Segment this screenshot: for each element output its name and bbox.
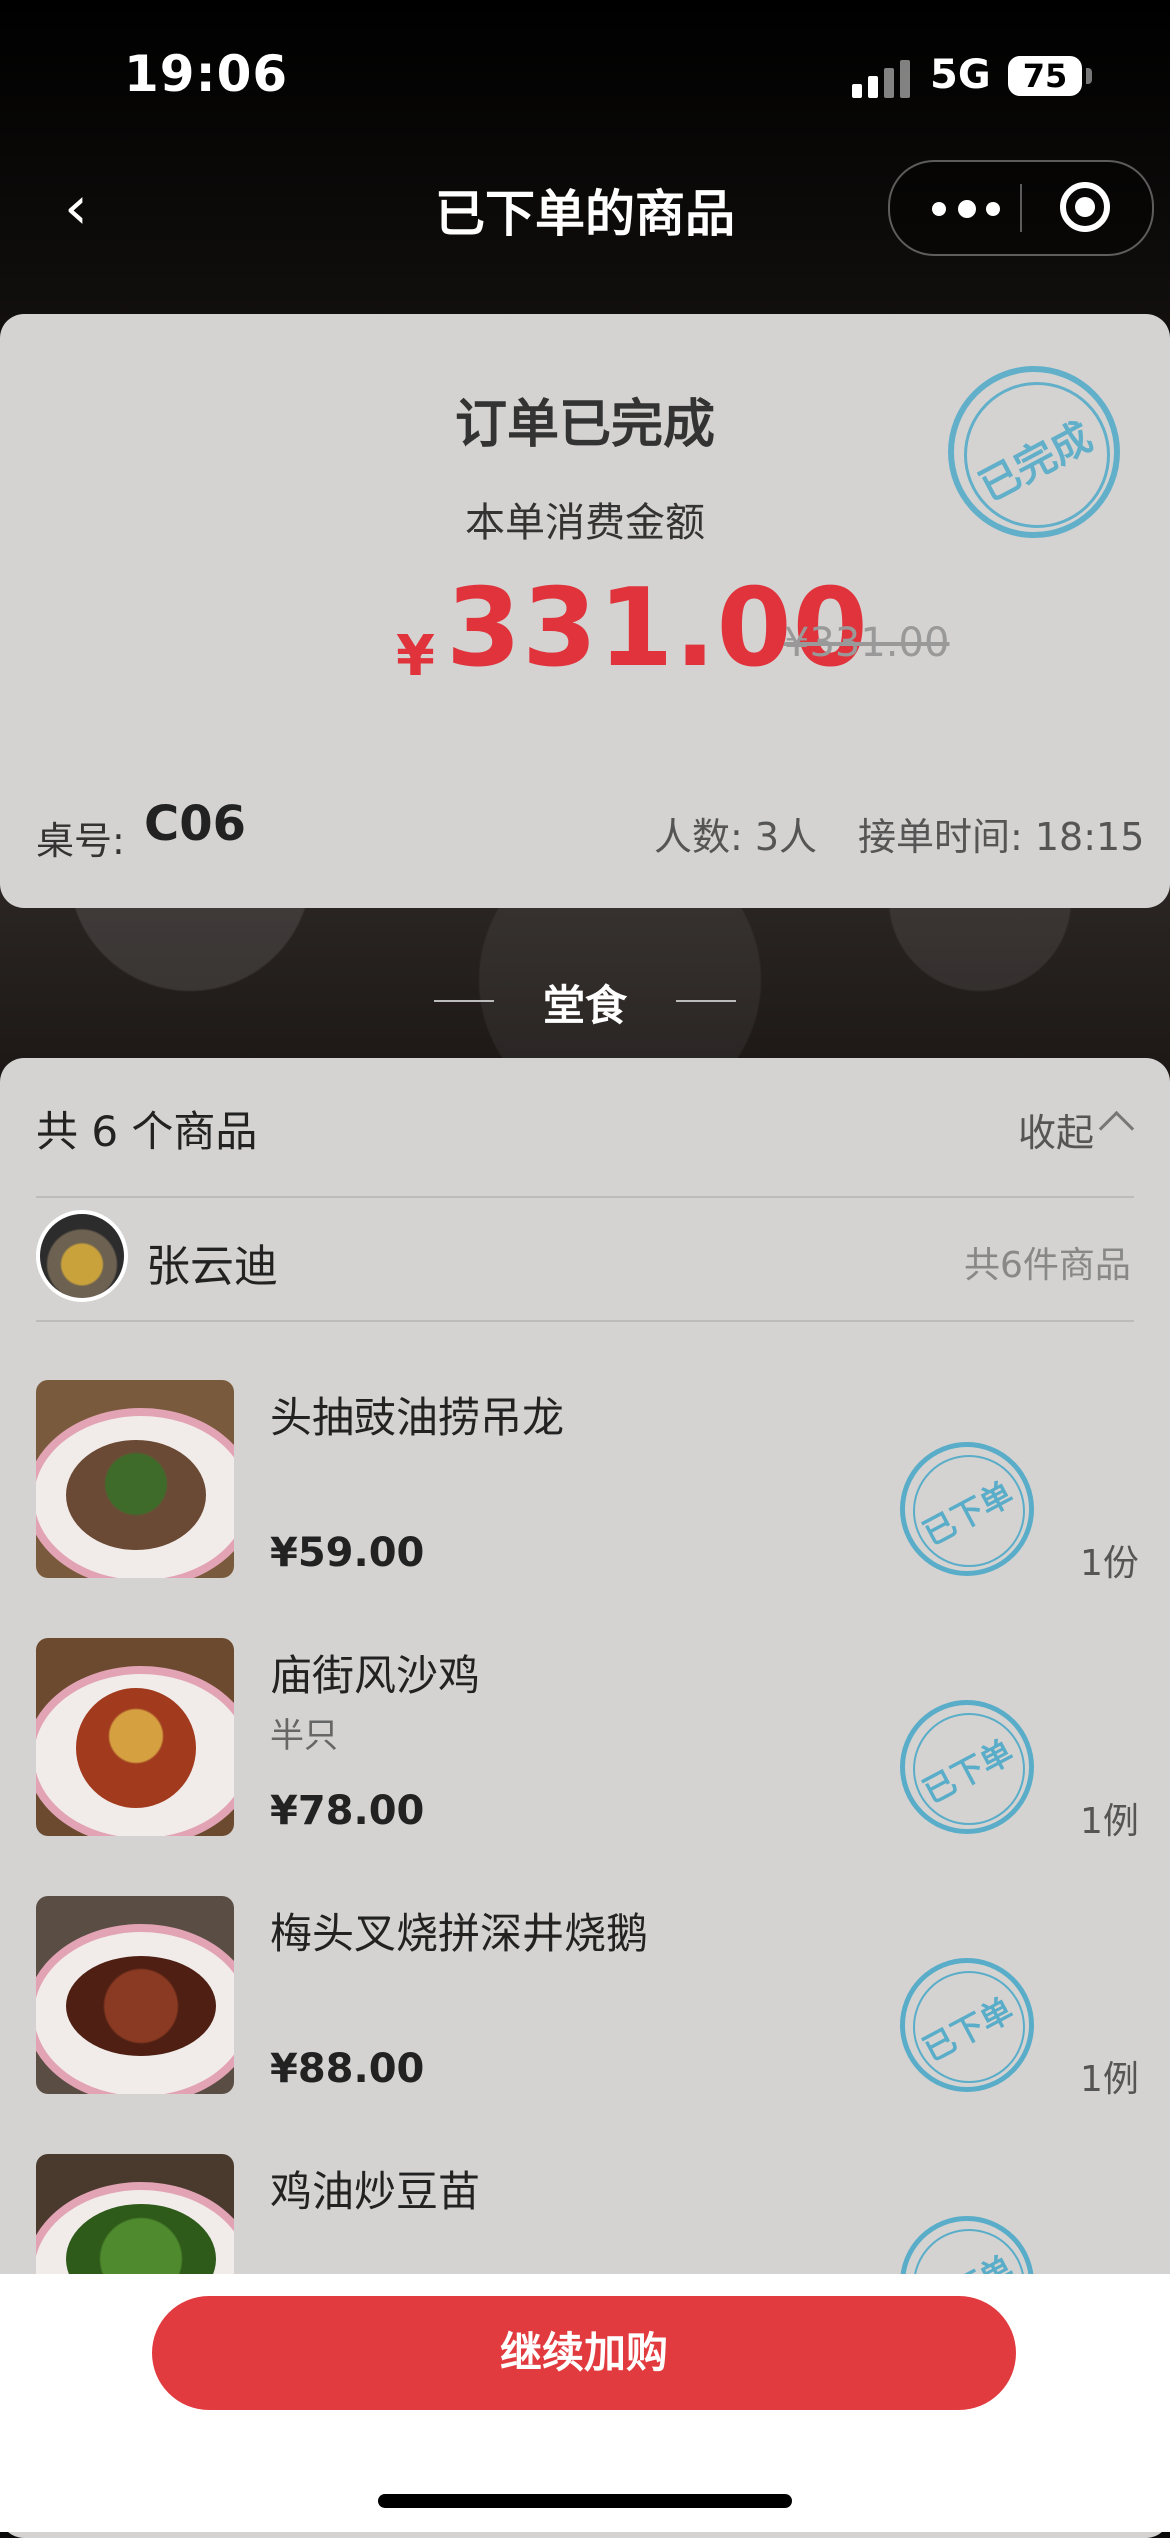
battery-tip	[1086, 68, 1092, 84]
table-number: C06	[144, 796, 247, 852]
dine-divider-right	[676, 1000, 736, 1002]
list-item[interactable]: 庙街风沙鸡 半只 ¥78.00 已下单 1例	[0, 1638, 1170, 1842]
item-name: 庙街风沙鸡	[270, 1651, 481, 1700]
close-target-icon[interactable]	[1060, 182, 1110, 232]
user-item-count: 共6件商品	[964, 1245, 1131, 1286]
amount-label: 本单消费金额	[465, 500, 705, 546]
dish-image	[36, 1896, 234, 2094]
item-name: 鸡油炒豆苗	[270, 2167, 481, 2216]
accept-time: 接单时间: 18:15	[858, 815, 1145, 859]
status-time: 19:06	[124, 45, 289, 103]
order-summary-card: 订单已完成 已完成 本单消费金额 ¥ 331.00 ¥331.00 桌号: C0…	[0, 314, 1170, 908]
dish-image	[36, 1380, 234, 1578]
chevron-up-icon[interactable]	[1098, 1110, 1135, 1147]
dish-image	[36, 1638, 234, 1836]
avatar	[36, 1210, 128, 1302]
item-quantity: 1例	[1080, 2059, 1139, 2100]
status-bar: 19:06 5G 75	[0, 0, 1170, 150]
currency-symbol: ¥	[396, 624, 435, 689]
battery-icon: 75	[1008, 56, 1082, 96]
ordered-stamp: 已下单	[900, 1700, 1034, 1834]
item-price: ¥88.00	[270, 2046, 425, 2092]
divider	[36, 1320, 1134, 1322]
people-count: 人数: 3人	[654, 815, 818, 859]
bottom-bar: 继续加购	[0, 2274, 1170, 2532]
continue-ordering-button[interactable]: 继续加购	[152, 2296, 1016, 2410]
signal-icon	[852, 60, 914, 98]
ordered-stamp: 已下单	[900, 1958, 1034, 2092]
divider	[36, 1196, 1134, 1198]
item-spec: 半只	[270, 1716, 338, 1756]
dine-type-label: 堂食	[542, 981, 627, 1030]
capsule-divider	[1020, 184, 1022, 232]
home-indicator	[378, 2494, 792, 2508]
user-name: 张云迪	[146, 1241, 278, 1292]
network-label: 5G	[930, 52, 991, 98]
more-icon[interactable]	[928, 184, 1008, 232]
mini-program-capsule	[888, 160, 1154, 256]
list-item[interactable]: 梅头叉烧拼深井烧鹅 ¥88.00 已下单 1例	[0, 1896, 1170, 2100]
items-count: 共 6 个商品	[36, 1107, 258, 1156]
item-price: ¥59.00	[270, 1530, 425, 1576]
item-quantity: 1例	[1080, 1801, 1139, 1842]
original-price: ¥331.00	[784, 620, 950, 666]
collapse-button[interactable]: 收起	[1018, 1102, 1094, 1157]
list-item[interactable]: 头抽豉油捞吊龙 ¥59.00 已下单 1份	[0, 1380, 1170, 1584]
item-name: 头抽豉油捞吊龙	[270, 1393, 565, 1442]
item-name: 梅头叉烧拼深井烧鹅	[270, 1909, 649, 1958]
table-label: 桌号:	[36, 819, 125, 863]
item-price: ¥78.00	[270, 1788, 425, 1834]
ordered-stamp: 已下单	[900, 1442, 1034, 1576]
item-quantity: 1份	[1080, 1543, 1139, 1584]
